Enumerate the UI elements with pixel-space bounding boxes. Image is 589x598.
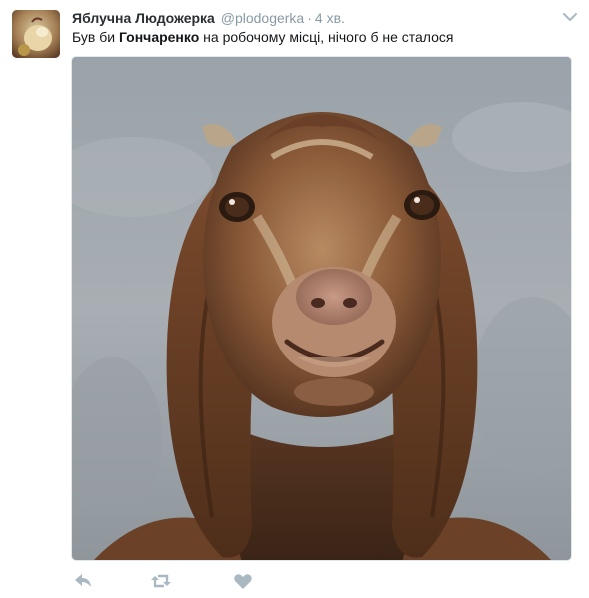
tweet-text-bold: Гончаренко [118,29,200,45]
author-name[interactable]: Яблучна Людожерка [72,10,215,26]
tweet-photo[interactable] [71,56,572,561]
tweet-header: Яблучна Людожерка @plodogerka · 4 хв. [72,9,345,27]
tweet-text: Був би Гончаренко на робочому місці, ніч… [72,28,454,46]
tweet-text-part: Був би [72,29,119,45]
reply-icon[interactable] [72,570,94,592]
tweet-text-part: на робочому місці, нічого б не сталося [199,29,454,45]
separator-dot: · [307,10,312,26]
heart-icon[interactable] [232,570,254,592]
retweet-icon[interactable] [150,570,172,592]
author-handle[interactable]: @plodogerka [221,10,305,26]
avatar[interactable] [12,10,60,58]
tweet-actions [72,570,472,592]
chevron-down-icon[interactable] [561,10,579,24]
tweet-timestamp[interactable]: 4 хв. [315,10,345,26]
tweet: Яблучна Людожерка @plodogerka · 4 хв. Був … [0,0,589,598]
